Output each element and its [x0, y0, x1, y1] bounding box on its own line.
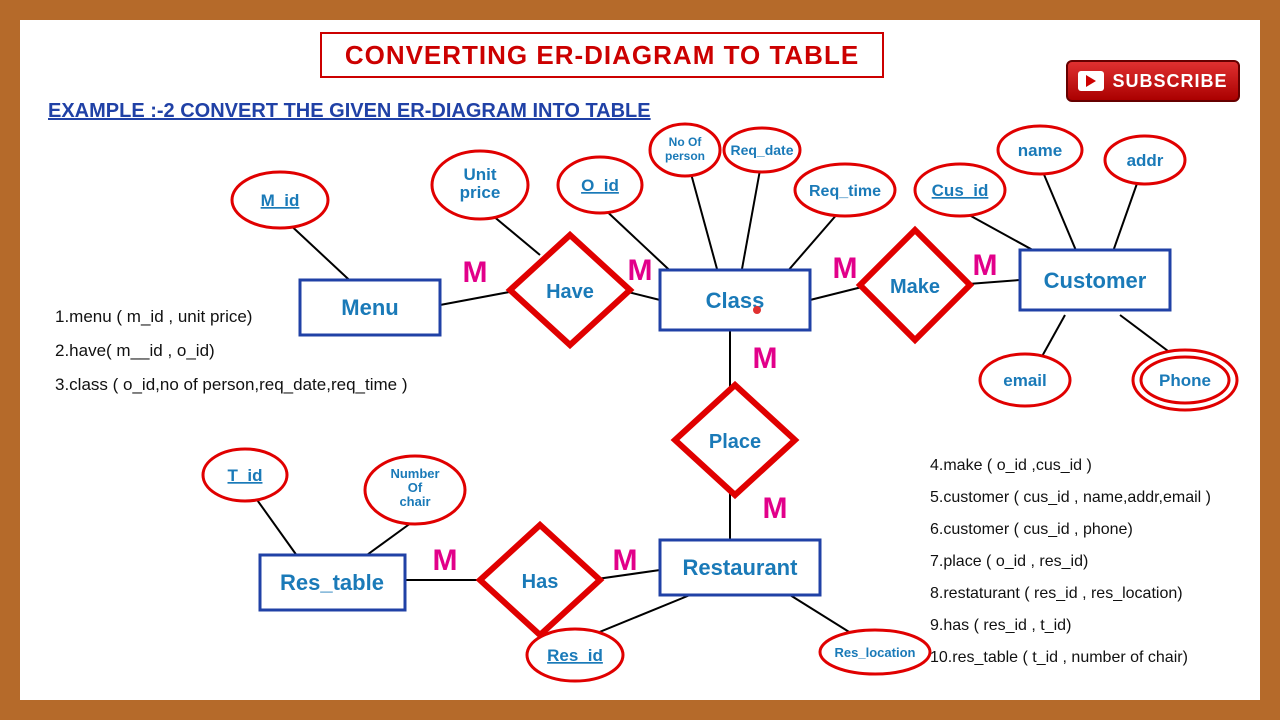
entity-restaurant: Restaurant: [683, 555, 799, 580]
attr-addr: addr: [1127, 151, 1164, 170]
tables-right: 4.make ( o_id ,cus_id ) 5.customer ( cus…: [930, 450, 1211, 674]
rel-have: Have: [546, 281, 594, 303]
table-line-4: 4.make ( o_id ,cus_id ): [930, 450, 1211, 482]
attr-m-id: M_id: [261, 191, 300, 210]
attr-phone: Phone: [1159, 371, 1211, 390]
rel-place: Place: [709, 431, 761, 453]
tables-left: 1.menu ( m_id , unit price) 2.have( m__i…: [55, 300, 407, 402]
attr-req-date: Req_date: [730, 142, 793, 158]
attr-unit-price-2: price: [460, 183, 501, 202]
attr-email: email: [1003, 371, 1046, 390]
table-line-6: 6.customer ( cus_id , phone): [930, 514, 1211, 546]
attr-unit-price-1: Unit: [463, 165, 496, 184]
table-line-10: 10.res_table ( t_id , number of chair): [930, 642, 1211, 674]
entity-res-table: Res_table: [280, 570, 384, 595]
diagram-canvas: CONVERTING ER-DIAGRAM TO TABLE SUBSCRIBE…: [20, 20, 1260, 700]
table-line-7: 7.place ( o_id , res_id): [930, 546, 1211, 578]
table-line-8: 8.restaturant ( res_id , res_location): [930, 578, 1211, 610]
table-line-5: 5.customer ( cus_id , name,addr,email ): [930, 482, 1211, 514]
card-m-5: M: [753, 342, 778, 375]
svg-text:Number: Number: [390, 466, 439, 481]
card-m-1: M: [463, 256, 488, 289]
card-m-7: M: [433, 544, 458, 577]
svg-text:chair: chair: [399, 494, 430, 509]
attr-res-id: Res_id: [547, 646, 603, 665]
attr-cus-id: Cus_id: [932, 181, 989, 200]
table-line-2: 2.have( m__id , o_id): [55, 334, 407, 368]
attr-req-time: Req_time: [809, 183, 881, 200]
rel-has: Has: [522, 571, 559, 593]
attr-name: name: [1018, 141, 1062, 160]
card-m-3: M: [833, 252, 858, 285]
attr-t-id: T_id: [228, 466, 263, 485]
rel-make: Make: [890, 276, 940, 298]
table-line-1: 1.menu ( m_id , unit price): [55, 300, 407, 334]
table-line-3: 3.class ( o_id,no of person,req_date,req…: [55, 368, 407, 402]
pointer-dot: [753, 306, 761, 314]
table-line-9: 9.has ( res_id , t_id): [930, 610, 1211, 642]
card-m-6: M: [763, 492, 788, 525]
card-m-8: M: [613, 544, 638, 577]
attr-no-of-person-1: No Of: [669, 135, 703, 149]
entity-customer: Customer: [1044, 268, 1147, 293]
attr-o-id: O_id: [581, 176, 619, 195]
card-m-4: M: [973, 249, 998, 282]
attr-res-location: Res_location: [835, 645, 916, 660]
svg-text:Of: Of: [408, 480, 423, 495]
attr-no-of-person-2: person: [665, 149, 705, 163]
card-m-2: M: [628, 254, 653, 287]
